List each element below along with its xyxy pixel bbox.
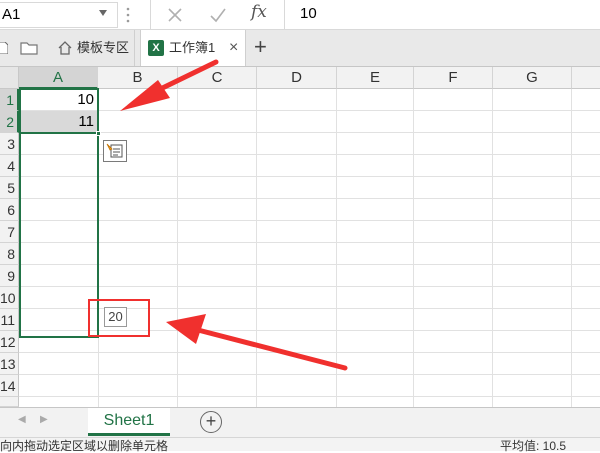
paste-options-button[interactable]	[103, 140, 127, 162]
column-header-e[interactable]: E	[337, 67, 414, 89]
annotation-highlight-box	[88, 299, 150, 337]
status-bar: 向内拖动选定区域以删除单元格 平均值: 10.5	[0, 437, 600, 453]
formula-input[interactable]: 10	[286, 2, 600, 28]
paste-options-icon	[106, 143, 123, 158]
column-header-a[interactable]: A	[19, 67, 98, 89]
sheet-tab-sheet1[interactable]: Sheet1	[88, 408, 170, 436]
file-icon[interactable]	[0, 42, 8, 54]
gridline	[19, 198, 600, 199]
row-header-14[interactable]: 14	[0, 375, 19, 397]
column-header-g[interactable]: G	[493, 67, 572, 89]
gridline	[19, 286, 600, 287]
insert-function-button[interactable]: fx	[251, 2, 267, 22]
formula-actions: fx	[150, 0, 285, 30]
gridline	[177, 89, 178, 407]
row-header-2[interactable]: 2	[0, 111, 19, 133]
row-header-11[interactable]: 11	[0, 309, 19, 331]
gridline	[19, 264, 600, 265]
column-header-f[interactable]: F	[414, 67, 493, 89]
drag-selection-range	[19, 132, 99, 338]
row-header-4[interactable]: 4	[0, 155, 19, 177]
gridline	[492, 89, 493, 407]
row-header-6[interactable]: 6	[0, 199, 19, 221]
gridline	[413, 89, 414, 407]
gridline	[19, 176, 600, 177]
row-header-5[interactable]: 5	[0, 177, 19, 199]
row-header-10[interactable]: 10	[0, 287, 19, 309]
row-header-15[interactable]	[0, 397, 19, 407]
tab-workbook[interactable]: X 工作簿1 ×	[140, 30, 246, 66]
scroll-right-icon[interactable]: ▶	[40, 414, 48, 425]
gridline	[19, 132, 600, 133]
scroll-left-icon[interactable]: ◀	[18, 414, 26, 425]
home-icon	[58, 41, 72, 55]
gridline	[336, 89, 337, 407]
column-header-b[interactable]: B	[98, 67, 178, 89]
close-icon[interactable]: ×	[229, 30, 238, 66]
folder-icon[interactable]	[20, 41, 38, 55]
row-header-7[interactable]: 7	[0, 221, 19, 243]
drag-handle-icon[interactable]	[126, 6, 130, 24]
row-header-13[interactable]: 13	[0, 353, 19, 375]
chevron-down-icon[interactable]	[99, 10, 107, 16]
tab-template-zone[interactable]: 模板专区	[49, 30, 135, 66]
document-tab-bar: 模板专区 X 工作簿1 × +	[0, 30, 600, 67]
row-header-8[interactable]: 8	[0, 243, 19, 265]
row-header-9[interactable]: 9	[0, 265, 19, 287]
column-header-h[interactable]	[572, 67, 600, 89]
formula-bar: A1 fx 10	[0, 0, 600, 30]
excel-icon: X	[148, 40, 164, 56]
selection-range	[19, 88, 99, 134]
check-icon[interactable]	[209, 7, 227, 23]
gridline	[256, 89, 257, 407]
gridline	[19, 220, 600, 221]
select-all-corner[interactable]	[0, 67, 19, 89]
gridline	[19, 374, 600, 375]
column-header-c[interactable]: C	[178, 67, 257, 89]
new-tab-icon[interactable]: +	[254, 30, 267, 64]
tab-template-label: 模板专区	[77, 40, 130, 55]
sheet-tab-bar: ◀ ▶ Sheet1 +	[0, 407, 600, 437]
gridline	[19, 396, 600, 397]
gridline	[19, 110, 600, 111]
gridline	[19, 352, 600, 353]
fill-handle[interactable]	[96, 131, 101, 136]
row-header-12[interactable]: 12	[0, 331, 19, 353]
row-header-1[interactable]: 1	[0, 89, 19, 111]
row-header-3[interactable]: 3	[0, 133, 19, 155]
column-header-d[interactable]: D	[257, 67, 337, 89]
add-sheet-icon[interactable]: +	[200, 411, 222, 433]
spreadsheet-grid: A B C D E F G 1 2 3 4 5 6 7 8 9 10 11 12…	[0, 67, 600, 407]
tab-workbook-label: 工作簿1	[169, 40, 216, 55]
x-icon[interactable]	[167, 7, 183, 23]
gridline	[571, 89, 572, 407]
gridline	[19, 242, 600, 243]
